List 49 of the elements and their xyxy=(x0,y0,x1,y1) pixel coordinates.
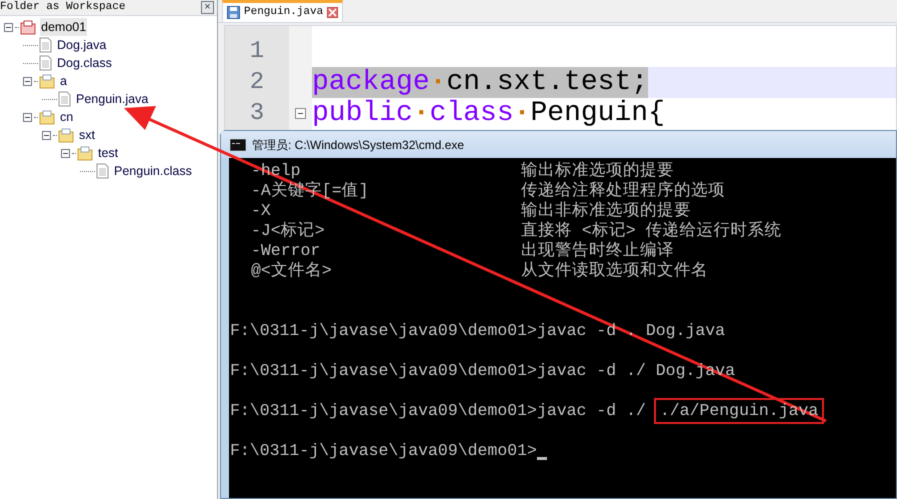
folder-icon xyxy=(77,146,93,160)
console-text: F:\0311-j\javase\java09\demo01>javac -d ./ xyxy=(230,401,646,421)
expander-icon[interactable] xyxy=(4,22,13,32)
expander-icon[interactable] xyxy=(61,148,70,158)
save-icon xyxy=(227,6,240,19)
console-text: -X xyxy=(251,201,272,221)
console-text: -J<标记> xyxy=(251,221,326,241)
folder-icon xyxy=(39,110,55,124)
window-title: 管理员: C:\Windows\System32\cmd.exe xyxy=(252,136,464,154)
console-text: 出现警告时终止编译 xyxy=(521,241,674,261)
expander-icon[interactable] xyxy=(23,112,32,122)
line-number: 2 xyxy=(248,68,266,98)
close-icon[interactable] xyxy=(327,7,338,18)
editor-tab[interactable]: Penguin.java xyxy=(222,0,344,22)
expander-icon[interactable] xyxy=(42,130,51,140)
fold-icon[interactable] xyxy=(295,108,306,119)
tree-item[interactable]: Dog.class xyxy=(56,54,113,72)
console-text: F:\0311-j\javase\java09\demo01> xyxy=(230,441,537,461)
console-text: 传递给注释处理程序的选项 xyxy=(521,181,725,201)
line-number: 3 xyxy=(248,98,266,128)
console-text: 直接将 <标记> 传递给运行时系统 xyxy=(521,221,782,241)
folder-icon xyxy=(39,74,55,88)
tree-item[interactable]: cn xyxy=(59,108,74,126)
tree-item[interactable]: Dog.java xyxy=(56,36,108,54)
terminal-icon xyxy=(230,138,246,150)
expander-icon[interactable] xyxy=(23,76,32,86)
tab-label: Penguin.java xyxy=(244,5,324,20)
tree-item[interactable]: Penguin.java xyxy=(75,90,150,108)
console-text: F:\0311-j\javase\java09\demo01>javac -d . Dog.java xyxy=(230,321,726,341)
tree-item[interactable]: demo01 xyxy=(40,18,88,36)
file-icon xyxy=(96,163,109,179)
tree-item[interactable]: sxt xyxy=(78,126,96,144)
console-text: @<文件名> xyxy=(251,261,333,281)
project-icon xyxy=(20,20,36,34)
tree-item[interactable]: Penguin.class xyxy=(113,162,193,180)
console-text: -Werror xyxy=(251,241,322,261)
line-number: 1 xyxy=(248,36,266,66)
close-button[interactable]: × xyxy=(201,1,214,14)
tree-item[interactable]: a xyxy=(59,72,68,90)
console-text: 从文件读取选项和文件名 xyxy=(521,261,708,281)
tree-item[interactable]: test xyxy=(97,144,120,162)
file-icon xyxy=(39,55,52,71)
file-icon xyxy=(39,37,52,53)
console-text: 输出标准选项的提要 xyxy=(521,161,674,181)
folder-icon xyxy=(58,128,74,142)
console-text: 输出非标准选项的提要 xyxy=(521,201,691,221)
file-icon xyxy=(58,91,71,107)
code-line: public·class·Penguin{ xyxy=(312,98,665,129)
panel-title: Folder as Workspace xyxy=(0,0,126,16)
